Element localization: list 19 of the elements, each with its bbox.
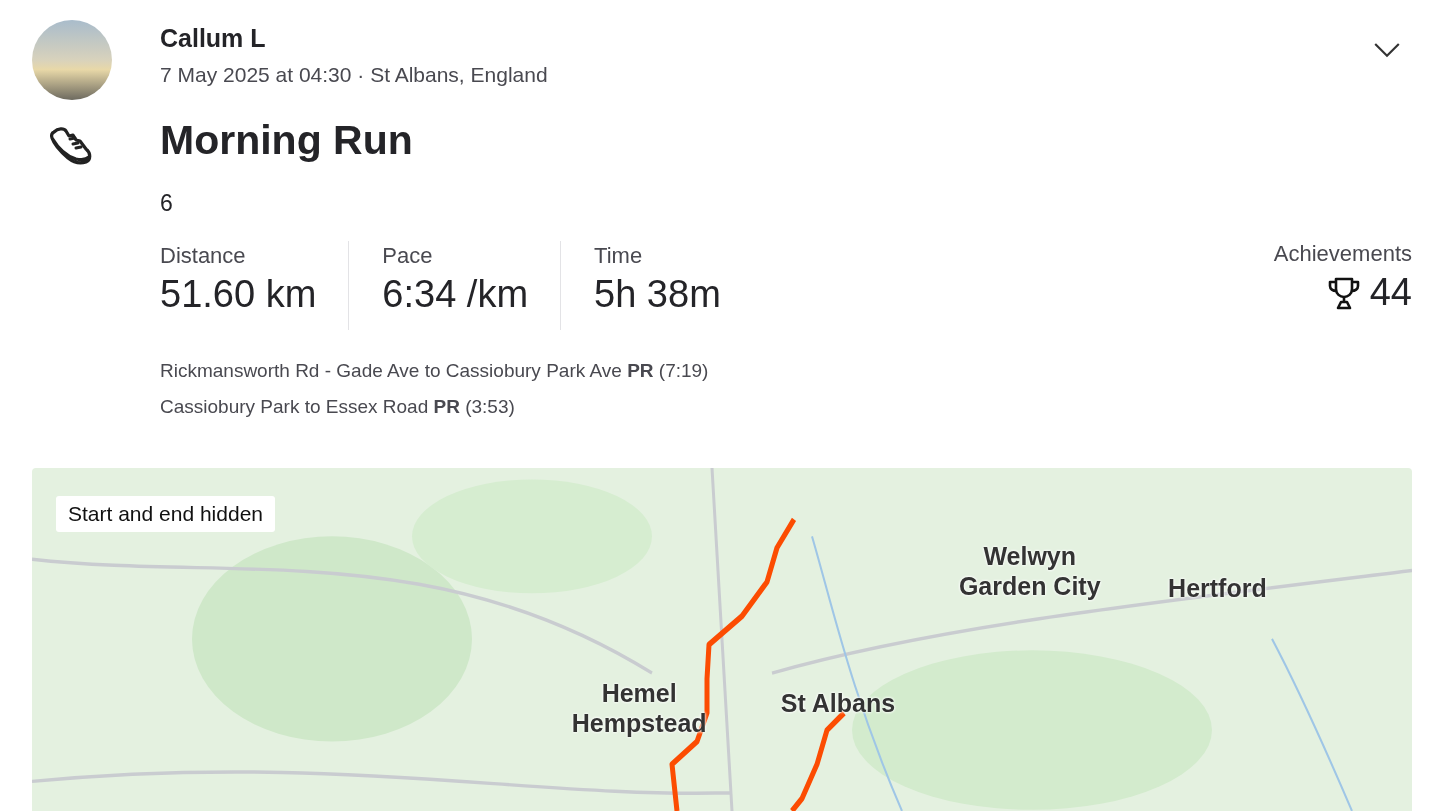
activity-title: Morning Run: [160, 117, 414, 164]
activity-description: 6: [160, 190, 174, 217]
map-place-label: Hertford: [1167, 573, 1268, 604]
stat-label: Pace: [382, 243, 434, 269]
segment-result: Rickmansworth Rd - Gade Ave to Cassiobury Park Ave PR (7:19): [160, 360, 710, 382]
achievements-count: 44: [1369, 271, 1412, 314]
stat-value: 51.60 km: [160, 273, 317, 316]
stat-value: 5h 38m: [594, 273, 721, 316]
achievements-label: Achievements: [1273, 241, 1412, 267]
stat-label: Distance: [160, 243, 247, 269]
athlete-name[interactable]: Callum L: [160, 24, 548, 53]
map-place-label: St Albans: [779, 687, 897, 718]
stat-value: 6:34 /km: [382, 273, 529, 316]
activity-date-location: 7 May 2025 at 04:30 · St Albans, England: [160, 63, 548, 87]
chevron-down-icon[interactable]: [1374, 43, 1400, 58]
privacy-badge: Start and end hidden: [56, 496, 275, 532]
stat-label: Time: [594, 243, 644, 269]
segment-result: Cassiobury Park to Essex Road PR (3:53): [160, 396, 516, 418]
map-place-label: Welwyn Garden City: [957, 540, 1102, 601]
